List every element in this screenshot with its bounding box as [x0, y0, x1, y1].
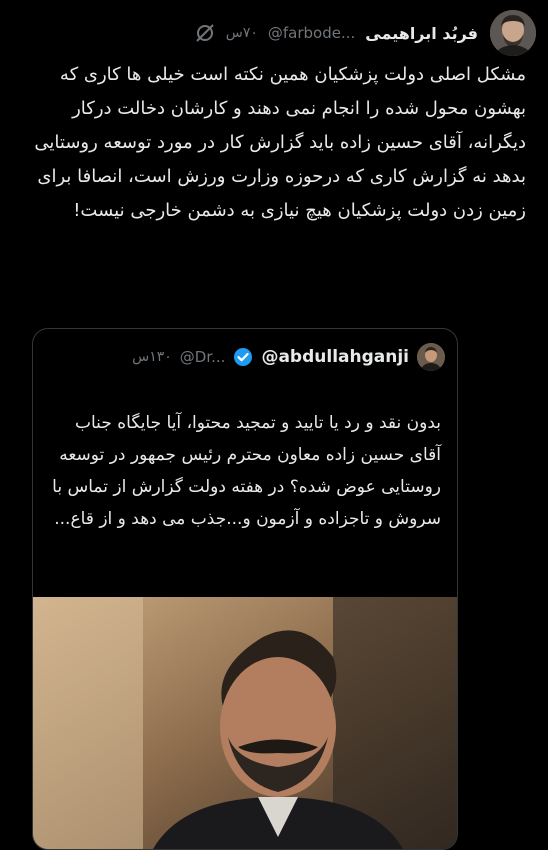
quoted-tweet-header: @abdullahganji @Dr... ۱۳۰س	[132, 343, 445, 371]
media-image[interactable]	[33, 597, 457, 849]
verified-badge-icon	[234, 348, 253, 366]
quoted-author-handle[interactable]: @Dr...	[180, 348, 226, 366]
quote-avatar[interactable]	[417, 343, 445, 371]
quoted-author-name[interactable]: @abdullahganji	[261, 347, 409, 367]
tweet-header: فربُد ابراهیمی @farbode... ۷۰س	[194, 22, 478, 44]
avatar[interactable]	[490, 10, 536, 56]
tweet-text: مشکل اصلی دولت پزشکیان همین نکته است خیل…	[34, 64, 526, 221]
tweet: فربُد ابراهیمی @farbode... ۷۰س مشکل اصلی…	[0, 0, 548, 850]
quoted-tweet[interactable]: @abdullahganji @Dr... ۱۳۰س بدون نقد و رد…	[32, 328, 458, 850]
quoted-timestamp[interactable]: ۱۳۰س	[132, 349, 172, 365]
author-name[interactable]: فربُد ابراهیمی	[365, 24, 478, 43]
quoted-tweet-text: بدون نقد و رد یا تایید و تمجید محتوا، آی…	[52, 413, 441, 529]
timestamp[interactable]: ۷۰س	[226, 25, 258, 41]
author-handle[interactable]: @farbode...	[268, 24, 355, 42]
grok-icon[interactable]	[194, 22, 216, 44]
